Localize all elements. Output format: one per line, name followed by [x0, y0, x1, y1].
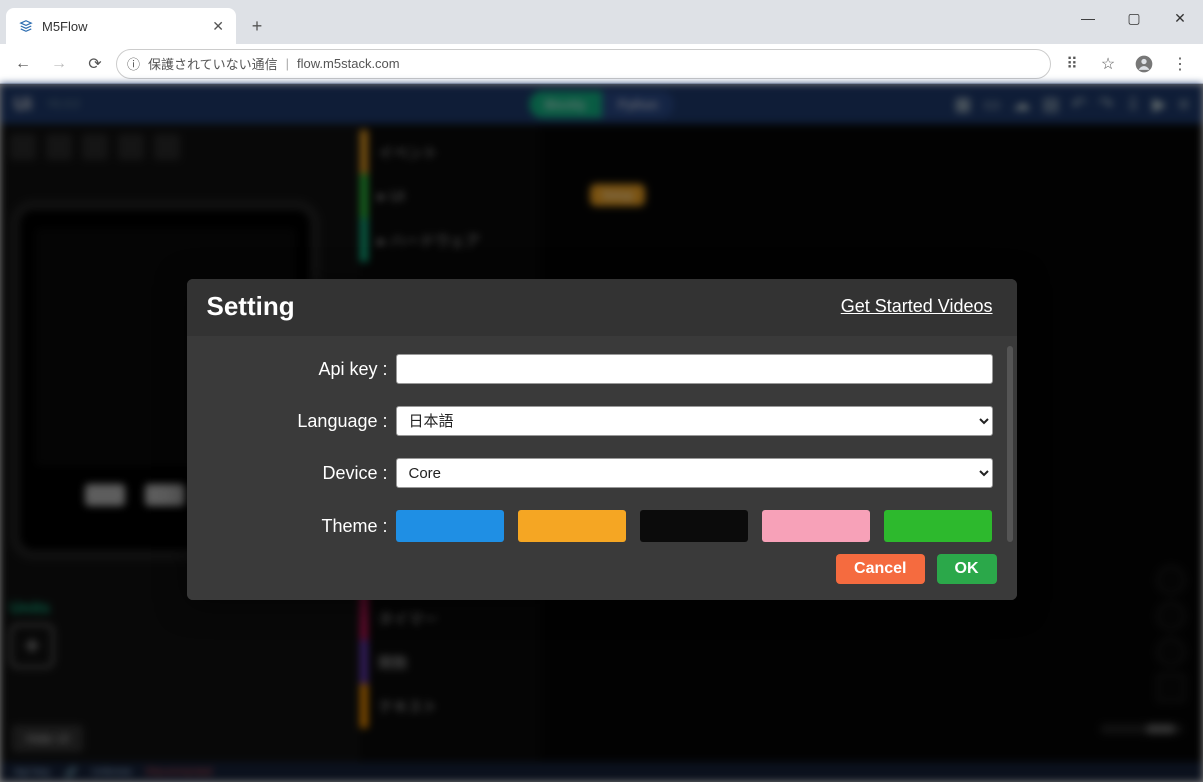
window-controls: — ▢ ✕ [1065, 0, 1203, 36]
tab-close-icon[interactable]: ✕ [212, 18, 224, 35]
theme-swatch-orange[interactable] [518, 510, 626, 542]
reload-button[interactable]: ⟳ [80, 49, 110, 79]
url-text: flow.m5stack.com [297, 56, 400, 71]
language-select[interactable]: 日本語 [396, 406, 993, 436]
browser-tab[interactable]: M5Flow ✕ [6, 8, 236, 44]
modal-body: Api key : Language : 日本語 Device : Core T… [187, 336, 1017, 542]
get-started-link[interactable]: Get Started Videos [841, 296, 993, 317]
address-separator: | [286, 56, 289, 71]
window-maximize-button[interactable]: ▢ [1111, 0, 1157, 36]
cancel-button[interactable]: Cancel [836, 554, 924, 584]
account-icon[interactable] [1129, 49, 1159, 79]
theme-swatch-black[interactable] [640, 510, 748, 542]
apikey-label: Api key : [211, 359, 396, 380]
modal-overlay: Setting Get Started Videos Api key : Lan… [0, 84, 1203, 782]
back-button[interactable]: ← [8, 49, 38, 79]
menu-icon[interactable]: ⋮ [1165, 49, 1195, 79]
device-select[interactable]: Core [396, 458, 993, 488]
modal-footer: Cancel OK [187, 542, 1017, 600]
translate-icon[interactable]: ⠿ [1057, 49, 1087, 79]
theme-swatch-pink[interactable] [762, 510, 870, 542]
language-label: Language : [211, 411, 396, 432]
tab-favicon-icon [18, 18, 34, 34]
forward-button[interactable]: → [44, 49, 74, 79]
tab-strip: M5Flow ✕ + [0, 0, 1203, 44]
window-close-button[interactable]: ✕ [1157, 0, 1203, 36]
settings-modal: Setting Get Started Videos Api key : Lan… [187, 279, 1017, 600]
theme-swatch-green[interactable] [884, 510, 992, 542]
bookmark-star-icon[interactable]: ☆ [1093, 49, 1123, 79]
modal-title: Setting [207, 291, 295, 322]
theme-label: Theme : [211, 516, 396, 537]
window-minimize-button[interactable]: — [1065, 0, 1111, 36]
ok-button[interactable]: OK [937, 554, 997, 584]
browser-toolbar: ← → ⟳ ⓘ 保護されていない通信 | flow.m5stack.com ⠿ … [0, 44, 1203, 84]
device-label: Device : [211, 463, 396, 484]
theme-swatches [396, 510, 993, 542]
address-bar[interactable]: ⓘ 保護されていない通信 | flow.m5stack.com [116, 49, 1051, 79]
tab-title: M5Flow [42, 19, 88, 34]
apikey-input[interactable] [396, 354, 993, 384]
new-tab-button[interactable]: + [242, 11, 272, 41]
info-icon: ⓘ [127, 54, 140, 73]
theme-swatch-blue[interactable] [396, 510, 504, 542]
modal-header: Setting Get Started Videos [187, 279, 1017, 336]
security-status: 保護されていない通信 [148, 54, 278, 73]
